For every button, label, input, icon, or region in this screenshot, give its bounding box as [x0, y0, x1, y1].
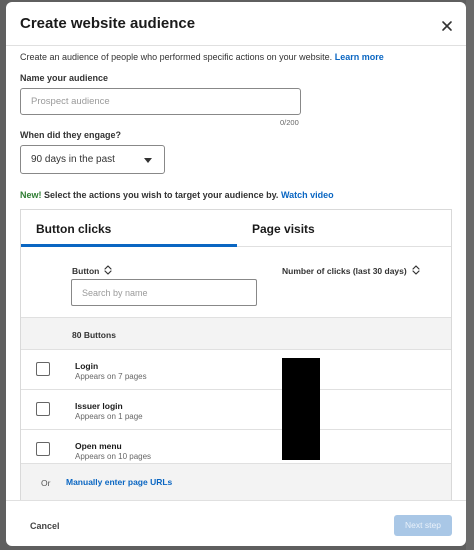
manual-entry-bar: Or Manually enter page URLs: [21, 463, 451, 500]
cancel-button[interactable]: Cancel: [30, 521, 60, 531]
table-row[interactable]: Login Appears on 7 pages: [21, 350, 451, 390]
audience-name-input[interactable]: [20, 88, 301, 115]
modal-footer: Cancel Next step: [6, 500, 466, 546]
next-step-button[interactable]: Next step: [394, 515, 452, 536]
or-text: Or: [41, 478, 51, 488]
buttons-count: 80 Buttons: [72, 330, 116, 340]
watch-video-link[interactable]: Watch video: [281, 190, 334, 200]
column-header-button-label: Button: [72, 266, 100, 276]
column-header-clicks-label: Number of clicks (last 30 days): [282, 266, 407, 276]
row-pages: Appears on 1 page: [75, 412, 143, 421]
character-counter: 0/200: [280, 118, 299, 127]
audience-name-label: Name your audience: [20, 73, 109, 83]
modal-header: Create website audience: [6, 2, 466, 46]
actions-panel: Button clicks Page visits Button Number …: [20, 209, 452, 500]
row-name: Open menu: [75, 441, 122, 451]
close-icon[interactable]: [440, 19, 454, 33]
intro-text: Create an audience of people who perform…: [20, 52, 384, 62]
active-tab-indicator: [21, 244, 237, 247]
row-checkbox[interactable]: [36, 402, 50, 416]
engage-selected-value: 90 days in the past: [31, 154, 115, 165]
row-pages: Appears on 7 pages: [75, 372, 147, 381]
action-tabs: Button clicks Page visits: [21, 210, 451, 247]
intro-description: Create an audience of people who perform…: [20, 52, 333, 62]
caret-down-icon: [144, 158, 152, 163]
new-badge: New!: [20, 190, 42, 200]
engage-timeframe-select[interactable]: 90 days in the past: [20, 145, 165, 174]
row-pages: Appears on 10 pages: [75, 452, 152, 461]
manual-urls-link[interactable]: Manually enter page URLs: [66, 477, 172, 487]
row-name: Login: [75, 361, 99, 371]
modal-title: Create website audience: [20, 15, 196, 32]
redacted-click-counts: [282, 358, 320, 460]
sort-icon: [104, 265, 112, 277]
sort-icon: [412, 265, 420, 277]
search-by-name-input[interactable]: [71, 279, 257, 306]
buttons-count-row: 80 Buttons: [21, 317, 451, 350]
column-header-button[interactable]: Button: [72, 265, 112, 277]
engage-label: When did they engage?: [20, 130, 122, 140]
select-actions-text: Select the actions you wish to target yo…: [44, 190, 279, 200]
tab-button-clicks[interactable]: Button clicks: [36, 222, 111, 236]
row-checkbox[interactable]: [36, 442, 50, 456]
tab-page-visits[interactable]: Page visits: [252, 222, 315, 236]
learn-more-link[interactable]: Learn more: [335, 52, 384, 62]
row-checkbox[interactable]: [36, 362, 50, 376]
page-backdrop: [466, 0, 474, 550]
select-actions-line: New! Select the actions you wish to targ…: [20, 190, 334, 200]
table-row[interactable]: Issuer login Appears on 1 page: [21, 390, 451, 430]
row-name: Issuer login: [75, 401, 123, 411]
column-header-clicks[interactable]: Number of clicks (last 30 days): [282, 265, 420, 277]
create-audience-modal: Create website audience Create an audien…: [6, 2, 466, 546]
